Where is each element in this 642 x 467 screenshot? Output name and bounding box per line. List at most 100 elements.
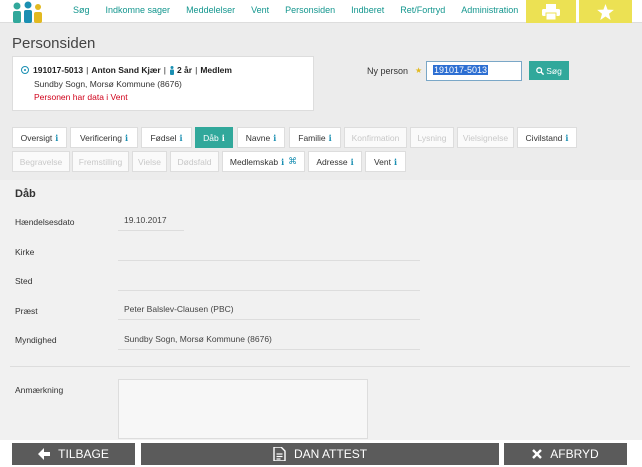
search-button[interactable]: Søg [529, 61, 569, 80]
person-header: 191017-5013 | Anton Sand Kjær | 2 år | M… [21, 65, 303, 75]
tab-label: Dødsfald [177, 156, 212, 167]
tab-label: Vielse [138, 156, 161, 167]
nav-item-vent[interactable]: Vent [243, 0, 277, 23]
remark-textarea[interactable] [118, 379, 368, 439]
info-icon: i [179, 132, 183, 143]
link-icon[interactable]: ⌘ [288, 156, 297, 167]
tab-medlemskab[interactable]: Medlemskab i ⌘ [222, 151, 305, 172]
info-icon: i [273, 132, 277, 143]
field-value-myndighed: Sundby Sogn, Morsø Kommune (8676) [118, 330, 420, 350]
nav-menu: Søg Indkomne sager Meddelelser Vent Pers… [65, 0, 526, 23]
arrow-left-icon [38, 448, 51, 460]
person-cpr: 191017-5013 [33, 65, 84, 75]
logo-icon[interactable] [8, 1, 48, 23]
tab-fodsel[interactable]: Fødsel i [141, 127, 192, 148]
back-button-label: TILBAGE [58, 447, 109, 461]
tab-verificering[interactable]: Verificering i [70, 127, 138, 148]
required-star-icon: ★ [415, 66, 423, 75]
tab-begravelse: Begravelse [12, 151, 70, 172]
cancel-button[interactable]: AFBRYD [504, 443, 627, 465]
nav-item-sog[interactable]: Søg [65, 0, 98, 23]
info-icon: i [125, 132, 129, 143]
info-icon: i [565, 132, 569, 143]
field-value-kirke [118, 241, 420, 261]
person-parish: Sundby Sogn, Morsø Kommune (8676) [34, 79, 182, 89]
tab-label: Adresse [316, 156, 348, 167]
section-divider [10, 366, 630, 367]
tab-vent[interactable]: Vent i [365, 151, 406, 172]
nav-item-indkomne-sager[interactable]: Indkomne sager [98, 0, 179, 23]
search-icon [536, 66, 545, 75]
person-age: 2 år [176, 65, 193, 75]
tab-navne[interactable]: Navne i [237, 127, 285, 148]
tab-label: Vielsignelse [462, 132, 509, 143]
field-label-myndighed: Myndighed [15, 335, 57, 345]
tab-dodsfald: Dødsfald [170, 151, 219, 172]
nav-item-ret-fortryd[interactable]: Ret/Fortryd [392, 0, 453, 23]
tab-label: Dåb [203, 132, 219, 143]
tab-oversigt[interactable]: Oversigt i [12, 127, 67, 148]
favorite-button[interactable] [579, 0, 632, 23]
back-button[interactable]: TILBAGE [12, 443, 135, 465]
tab-label: Familie [298, 132, 326, 143]
tab-label: Medlemskab [229, 156, 279, 167]
document-icon [273, 447, 286, 461]
dan-attest-button[interactable]: DAN ATTEST [141, 443, 499, 465]
tab-fremstilling: Fremstilling [72, 151, 129, 172]
tab-adresse[interactable]: Adresse i [308, 151, 362, 172]
top-navigation: Søg Indkomne sager Meddelelser Vent Pers… [0, 0, 642, 23]
info-icon: i [328, 132, 332, 143]
tab-lysning: Lysning [410, 127, 454, 148]
ny-person-input[interactable]: 191017-5013 [426, 61, 522, 81]
tab-familie[interactable]: Familie i [289, 127, 341, 148]
tab-konfirmation: Konfirmation [344, 127, 407, 148]
person-warning[interactable]: Personen har data i Vent [21, 92, 303, 102]
star-icon [597, 3, 614, 20]
field-value-sted [118, 271, 420, 291]
tab-label: Verificering [79, 132, 122, 143]
nav-item-administration[interactable]: Administration [453, 0, 526, 23]
info-icon: i [221, 132, 225, 143]
tab-label: Navne [245, 132, 271, 143]
field-value-haendelsesdato: 19.10.2017 [118, 211, 184, 231]
info-icon: i [281, 156, 285, 167]
nav-item-indberet[interactable]: Indberet [343, 0, 392, 23]
search-button-label: Søg [546, 65, 562, 76]
info-icon: i [350, 156, 354, 167]
tab-civilstand[interactable]: Civilstand i [517, 127, 577, 148]
tab-label: Fødsel [150, 132, 177, 143]
tab-vielsignelse: Vielsignelse [457, 127, 514, 148]
tab-label: Lysning [417, 132, 447, 143]
info-icon: i [393, 156, 398, 167]
printer-icon [542, 3, 560, 20]
field-label-anmaerkning: Anmærkning [15, 385, 64, 395]
child-icon [169, 65, 174, 75]
tab-label: Fremstilling [78, 156, 123, 167]
info-icon: i [55, 132, 59, 143]
ny-person-value: 191017-5013 [433, 65, 489, 75]
page-title: Personsiden [12, 35, 96, 52]
field-label-haendelsesdato: Hændelsesdato [15, 217, 75, 227]
tab-label: Konfirmation [351, 132, 400, 143]
ny-person-label: Ny person [367, 66, 409, 76]
tab-label: Civilstand [525, 132, 563, 143]
tab-dab[interactable]: Dåb i [195, 127, 233, 148]
person-name: Anton Sand Kjær [91, 65, 161, 75]
dan-attest-button-label: DAN ATTEST [293, 447, 368, 461]
close-icon [532, 449, 543, 459]
person-status: Medlem [200, 65, 232, 75]
tab-label: Vent [373, 156, 391, 167]
tab-label: Oversigt [20, 132, 53, 143]
field-label-kirke: Kirke [15, 247, 35, 257]
cancel-button-label: AFBRYD [550, 447, 599, 461]
tab-label: Begravelse [19, 156, 63, 167]
tab-vielse: Vielse [132, 151, 167, 172]
print-button[interactable] [526, 0, 576, 23]
field-label-praest: Præst [15, 306, 38, 316]
person-summary: 191017-5013 | Anton Sand Kjær | 2 år | M… [12, 56, 314, 111]
nav-item-personsiden[interactable]: Personsiden [277, 0, 343, 23]
nav-item-meddelelser[interactable]: Meddelelser [178, 0, 243, 23]
field-label-sted: Sted [15, 276, 33, 286]
section-title: Dåb [15, 188, 36, 200]
field-value-praest: Peter Balslev-Clausen (PBC) [118, 300, 420, 320]
